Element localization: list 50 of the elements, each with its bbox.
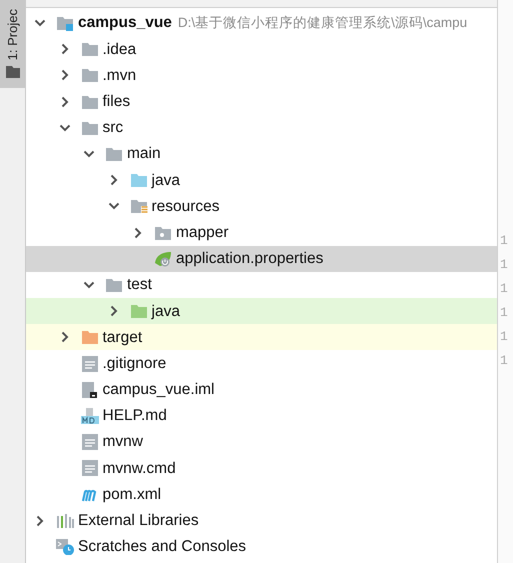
folder-icon [105,146,123,162]
line-number: 1 [499,256,509,274]
folder-icon [80,67,98,84]
tree-row[interactable]: External Libraries [26,508,497,534]
tree-row[interactable]: application.properties [26,246,497,272]
tree-row[interactable]: java [26,167,497,194]
folder-icon [154,224,172,241]
tree-row[interactable]: Scratches and Consoles [26,534,497,560]
module-path: D:\基于微信小程序的健康管理系统\源码\campu [178,14,468,32]
scratches-icon [56,538,74,555]
line-number: 1 [499,232,509,250]
line-number: 1 [499,304,509,322]
tree-row[interactable]: mvnw.cmd [26,455,497,482]
tree-row[interactable]: test [26,272,497,298]
tree-row[interactable]: HELP.md [26,402,497,429]
tree-row[interactable]: .gitignore [26,350,497,377]
tree-row[interactable]: main [26,140,497,168]
folder-icon [6,66,20,78]
tree-row[interactable]: mapper [26,220,497,246]
tree-row[interactable]: mvnw [26,429,497,456]
tree-row[interactable]: java [26,298,497,324]
file-icon [80,434,98,450]
tree-row[interactable]: pom.xml [26,481,497,508]
folder-icon [130,198,148,214]
line-number: 1 [499,328,509,346]
tree-row[interactable]: files [26,88,497,115]
libraries-icon [56,512,74,529]
line-number: 1 [499,280,509,298]
module-folder-icon [56,15,74,32]
tree-row[interactable]: target [26,324,497,350]
tree-row[interactable]: campus_vue.iml [26,376,497,403]
line-number: 1 [499,352,509,370]
leaf-icon [154,250,172,267]
tree-row[interactable]: .idea [26,36,497,62]
tree-row[interactable]: src [26,114,497,141]
folder-icon [80,329,98,346]
file-icon [80,382,98,398]
file-icon [80,356,98,372]
folder-icon [80,41,98,58]
markdown-file-icon [80,408,98,424]
folder-icon [80,94,98,110]
tree-row[interactable]: resources [26,193,497,220]
folder-icon [130,172,148,188]
folder-icon [105,276,123,293]
tree-row[interactable]: campus_vue D:\基于微信小程序的健康管理系统\源码\campu [26,10,497,36]
folder-icon [80,120,98,136]
file-icon [80,460,98,476]
tree-row[interactable]: .mvn [26,62,497,89]
folder-icon [130,303,148,320]
project-tab[interactable]: 1: Projec [0,0,25,88]
